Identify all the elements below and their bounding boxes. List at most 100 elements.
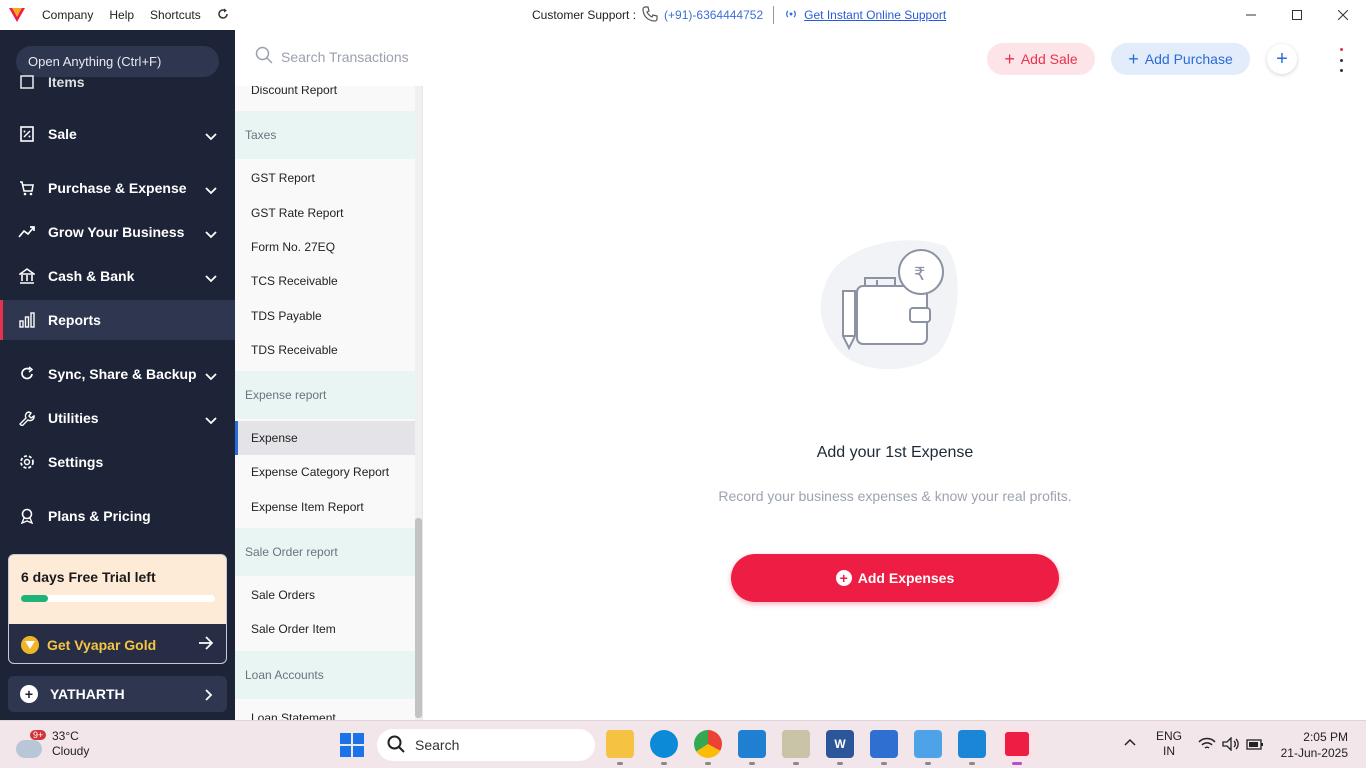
report-section-header: Expense report xyxy=(235,371,415,420)
get-gold-label: Get Vyapar Gold xyxy=(47,636,157,653)
report-item[interactable]: Sale Orders xyxy=(235,578,415,612)
sidebar-item-grow-business[interactable]: Grow Your Business xyxy=(0,212,235,252)
gear-icon xyxy=(18,453,36,471)
chevron-down-icon xyxy=(205,226,217,242)
cart-icon xyxy=(18,179,36,197)
support-label: Customer Support : xyxy=(532,8,637,22)
online-support-link[interactable]: Get Instant Online Support xyxy=(804,8,946,22)
add-sale-button[interactable]: + Add Sale xyxy=(987,43,1095,75)
refresh-icon[interactable] xyxy=(209,8,237,23)
add-purchase-button[interactable]: + Add Purchase xyxy=(1111,43,1250,75)
minimize-button[interactable] xyxy=(1228,0,1274,30)
notification-badge: 9+ xyxy=(30,730,47,740)
gold-crown-icon xyxy=(21,635,39,654)
report-section-header: Taxes xyxy=(235,111,415,160)
photos-icon[interactable] xyxy=(958,730,986,758)
chevron-down-icon xyxy=(205,270,217,286)
sidebar-item-purchase-expense[interactable]: Purchase & Expense xyxy=(0,168,235,208)
sidebar-item-items[interactable]: Items xyxy=(0,72,235,92)
menu-company[interactable]: Company xyxy=(34,8,101,23)
report-item[interactable]: Discount Report xyxy=(235,86,415,107)
trial-progress-fill xyxy=(21,595,49,602)
report-item[interactable]: GST Report xyxy=(235,161,415,195)
clock-date: 21-Jun-2025 xyxy=(1280,746,1348,760)
plus-icon: + xyxy=(1004,49,1015,69)
report-item[interactable]: TDS Payable xyxy=(235,299,415,333)
sidebar-item-cash-bank[interactable]: Cash & Bank xyxy=(0,256,235,296)
vyapar-taskbar-icon[interactable] xyxy=(1000,727,1034,761)
search-input[interactable]: Search Transactions xyxy=(281,49,409,65)
chevron-down-icon xyxy=(205,412,217,428)
report-item[interactable]: Expense Category Report xyxy=(235,455,415,489)
clock-time: 2:05 PM xyxy=(1303,730,1348,744)
sidebar-item-label: Plans & Pricing xyxy=(48,508,151,524)
close-button[interactable] xyxy=(1320,0,1366,30)
chevron-up-icon[interactable] xyxy=(1124,735,1136,749)
running-indicator xyxy=(881,762,887,765)
sidebar-item-sale[interactable]: Sale xyxy=(0,114,235,154)
running-indicator xyxy=(749,762,755,765)
maximize-button[interactable] xyxy=(1274,0,1320,30)
chrome-icon[interactable] xyxy=(694,730,722,758)
more-options-icon[interactable] xyxy=(1333,48,1349,72)
battery-icon[interactable] xyxy=(1246,737,1264,754)
windows-start-icon[interactable] xyxy=(340,733,364,762)
report-item[interactable]: Form No. 27EQ xyxy=(235,230,415,264)
sidebar-item-label: Reports xyxy=(48,312,101,328)
sidebar-item-settings[interactable]: Settings xyxy=(0,442,235,482)
sidebar-item-label: Sale xyxy=(48,126,77,142)
sidebar-item-label: Sync, Share & Backup xyxy=(48,366,197,382)
get-gold-button[interactable]: Get Vyapar Gold xyxy=(9,624,226,663)
add-expenses-button[interactable]: + Add Expenses xyxy=(731,554,1059,602)
running-indicator xyxy=(661,762,667,765)
report-item-selected[interactable]: Expense xyxy=(235,421,415,456)
trial-title: 6 days Free Trial left xyxy=(21,569,156,585)
cloud-icon xyxy=(16,740,42,758)
report-section-header: Loan Accounts xyxy=(235,650,415,699)
sidebar-item-utilities[interactable]: Utilities xyxy=(0,398,235,438)
sidebar-item-sync[interactable]: Sync, Share & Backup xyxy=(0,354,235,394)
sidebar-item-plans-pricing[interactable]: Plans & Pricing xyxy=(0,496,235,536)
wifi-icon[interactable] xyxy=(1198,737,1216,754)
remote-desktop-icon[interactable] xyxy=(914,730,942,758)
quick-add-button[interactable]: + xyxy=(1267,44,1297,74)
menu-help[interactable]: Help xyxy=(101,8,142,23)
notepad-icon[interactable] xyxy=(870,730,898,758)
sidebar-item-label: Utilities xyxy=(48,410,99,426)
report-item[interactable]: TDS Receivable xyxy=(235,333,415,367)
tools-app-icon[interactable] xyxy=(782,730,810,758)
report-item[interactable]: GST Rate Report xyxy=(235,196,415,230)
report-item[interactable]: TCS Receivable xyxy=(235,264,415,298)
trial-progress-bar xyxy=(21,595,215,602)
running-indicator xyxy=(969,762,975,765)
taskbar-search[interactable]: Search xyxy=(377,729,595,761)
reports-scroll-thumb[interactable] xyxy=(415,518,422,718)
file-explorer-icon[interactable] xyxy=(606,730,634,758)
system-clock[interactable]: 2:05 PM 21-Jun-2025 xyxy=(1280,729,1348,761)
sidebar-item-reports[interactable]: Reports xyxy=(0,300,235,340)
sidebar-item-label: Grow Your Business xyxy=(48,224,185,240)
menu-shortcuts[interactable]: Shortcuts xyxy=(142,8,209,23)
plus-icon: + xyxy=(20,685,38,703)
report-item[interactable]: Sale Order Item xyxy=(235,612,415,646)
report-item[interactable]: Loan Statement xyxy=(235,701,415,720)
weather-widget[interactable]: 9+ 33°C Cloudy xyxy=(16,729,89,759)
language-indicator[interactable]: ENG IN xyxy=(1156,729,1182,759)
vscode-icon[interactable] xyxy=(738,730,766,758)
report-item[interactable]: Expense Item Report xyxy=(235,490,415,524)
search-transactions[interactable]: Search Transactions xyxy=(255,46,409,67)
add-sale-label: Add Sale xyxy=(1020,51,1078,67)
company-name: YATHARTH xyxy=(50,686,125,702)
add-expenses-label: Add Expenses xyxy=(857,570,955,586)
chevron-down-icon xyxy=(205,182,217,198)
svg-text:₹: ₹ xyxy=(914,264,925,285)
region-code: IN xyxy=(1163,744,1175,758)
support-phone[interactable]: (+91)-6364444752 xyxy=(664,8,763,22)
company-switcher[interactable]: + YATHARTH xyxy=(8,676,227,712)
weather-temp: 33°C xyxy=(52,729,79,743)
empty-state-subtitle: Record your business expenses & know you… xyxy=(718,488,1072,504)
word-icon[interactable]: W xyxy=(826,730,854,758)
running-indicator xyxy=(705,762,711,765)
volume-icon[interactable] xyxy=(1222,736,1240,754)
edge-icon[interactable] xyxy=(650,730,678,758)
